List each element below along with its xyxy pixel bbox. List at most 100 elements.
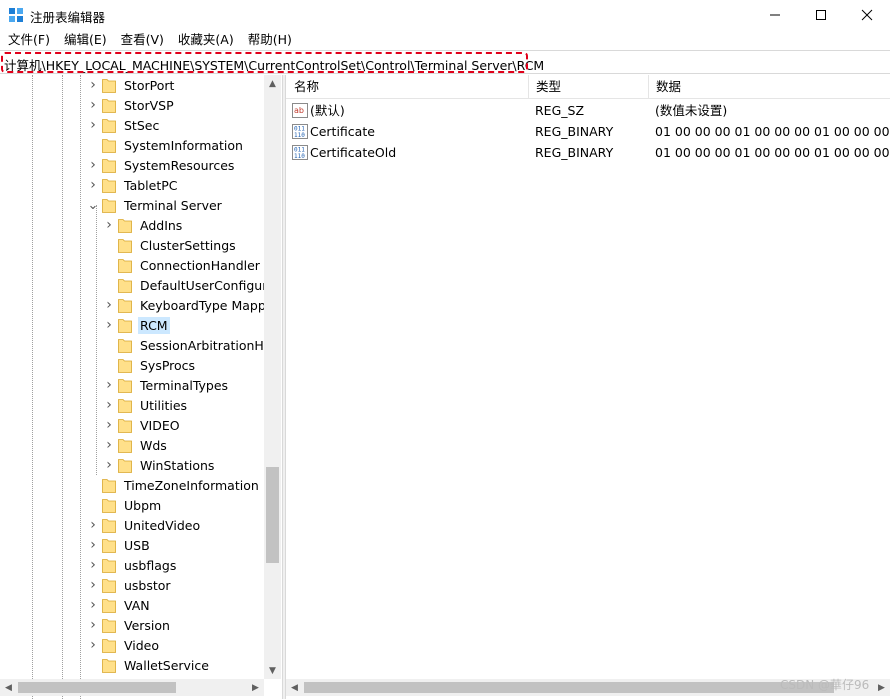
folder-icon [118, 379, 132, 393]
folder-icon [102, 599, 116, 613]
tree-item[interactable]: › VAN [88, 595, 152, 615]
title-bar[interactable]: 注册表编辑器 [0, 0, 890, 30]
tree-item-label: StSec [124, 117, 160, 133]
chevron-right-icon[interactable]: › [88, 615, 98, 635]
maximize-button[interactable] [798, 0, 844, 30]
close-button[interactable] [844, 0, 890, 30]
scroll-left-icon[interactable]: ◀ [0, 679, 17, 696]
tree-item[interactable]: › SystemResources [88, 155, 236, 175]
scroll-left-icon[interactable]: ◀ [286, 679, 303, 696]
column-header-type[interactable]: 类型 [528, 75, 648, 99]
value-row[interactable]: 011 110 Certificate REG_BINARY 01 00 00 … [286, 121, 890, 142]
tree-item[interactable]: › Video [88, 635, 161, 655]
chevron-right-icon[interactable]: › [104, 455, 114, 475]
value-list-pane[interactable]: 名称 类型 数据 ab (默认) REG_SZ (数值未设置) 011 110 … [286, 75, 890, 699]
chevron-right-icon[interactable]: › [88, 175, 98, 195]
tree-item[interactable]: › VIDEO [104, 415, 182, 435]
key-tree-pane[interactable]: › StorPort › StorVSP › StSec SystemInformation… [0, 75, 282, 699]
tree-item[interactable]: TimeZoneInformation [88, 475, 261, 495]
chevron-right-icon[interactable]: › [88, 635, 98, 655]
tree-item[interactable]: ClusterSettings [104, 235, 238, 255]
tree-item[interactable]: › TabletPC [88, 175, 180, 195]
chevron-right-icon[interactable]: › [88, 95, 98, 115]
tree-item-label: RCM [138, 316, 170, 334]
scroll-up-icon[interactable]: ▲ [264, 75, 281, 92]
tree-item[interactable]: WalletService [88, 655, 211, 675]
tree-item[interactable]: › WinStations [104, 455, 216, 475]
tree-item[interactable]: › USB [88, 535, 152, 555]
chevron-down-icon[interactable]: ⌄ [88, 195, 99, 215]
value-data: 01 00 00 00 01 00 00 00 01 00 00 00 06 [655, 124, 890, 139]
tree-item[interactable]: SysProcs [104, 355, 197, 375]
tree-vertical-scrollbar[interactable]: ▲ ▼ [264, 75, 281, 679]
tree-item[interactable]: › AddIns [104, 215, 184, 235]
scroll-down-icon[interactable]: ▼ [264, 662, 281, 679]
chevron-right-icon[interactable]: › [104, 215, 114, 235]
tree-item[interactable]: › UnitedVideo [88, 515, 202, 535]
tree-item[interactable]: › Wds [104, 435, 169, 455]
folder-icon [102, 479, 116, 493]
registry-editor-app-icon [9, 8, 23, 22]
folder-icon [102, 99, 116, 113]
folder-icon [118, 259, 132, 273]
menu-favorites[interactable]: 收藏夹(A) [171, 30, 241, 50]
tree-item[interactable]: › Utilities [104, 395, 189, 415]
chevron-right-icon[interactable]: › [104, 315, 114, 335]
chevron-right-icon[interactable]: › [104, 395, 114, 415]
menu-file[interactable]: 文件(F) [0, 30, 57, 50]
column-header-name[interactable]: 名称 [286, 75, 528, 99]
tree-horizontal-scrollbar[interactable]: ◀ ▶ [0, 679, 264, 696]
tree-item[interactable]: › Version [88, 615, 172, 635]
chevron-right-icon[interactable]: › [88, 595, 98, 615]
folder-icon [102, 639, 116, 653]
chevron-right-icon[interactable]: › [88, 115, 98, 135]
column-header-data[interactable]: 数据 [648, 75, 890, 99]
address-bar[interactable]: 计算机\HKEY_LOCAL_MACHINE\SYSTEM\CurrentCon… [0, 50, 890, 74]
tree-item[interactable]: › KeyboardType Mapp [104, 295, 268, 315]
scroll-right-icon[interactable]: ▶ [873, 679, 890, 696]
tree-expander-spacer [104, 255, 114, 275]
tree-item[interactable]: DefaultUserConfigura [104, 275, 277, 295]
tree-item[interactable]: SystemInformation [88, 135, 245, 155]
menu-help[interactable]: 帮助(H) [241, 30, 299, 50]
tree-item-label: Video [124, 637, 160, 653]
folder-icon [102, 519, 116, 533]
tree-item[interactable]: › RCM [104, 315, 170, 335]
tree-item[interactable]: › StorPort [88, 75, 176, 95]
tree-item[interactable]: › StSec [88, 115, 161, 135]
tree-hscroll-thumb[interactable] [18, 682, 176, 693]
chevron-right-icon[interactable]: › [104, 375, 114, 395]
tree-item[interactable]: › usbstor [88, 575, 173, 595]
tree-item[interactable]: › TerminalTypes [104, 375, 230, 395]
tree-item[interactable]: › StorVSP [88, 95, 176, 115]
tree-item-label: VIDEO [140, 417, 180, 433]
scroll-right-icon[interactable]: ▶ [247, 679, 264, 696]
chevron-right-icon[interactable]: › [88, 155, 98, 175]
chevron-right-icon[interactable]: › [88, 535, 98, 555]
value-row[interactable]: ab (默认) REG_SZ (数值未设置) [286, 100, 890, 121]
chevron-right-icon[interactable]: › [88, 555, 98, 575]
menu-edit[interactable]: 编辑(E) [57, 30, 114, 50]
tree-item[interactable]: ⌄ Terminal Server [88, 195, 224, 215]
tree-scroll-thumb[interactable] [266, 467, 279, 563]
value-name: CertificateOld [310, 145, 397, 160]
value-row[interactable]: 011 110 CertificateOld REG_BINARY 01 00 … [286, 142, 890, 163]
tree-item[interactable]: Ubpm [88, 495, 163, 515]
tree-item[interactable]: › usbflags [88, 555, 178, 575]
tree-item[interactable]: SessionArbitrationHel [104, 335, 277, 355]
chevron-right-icon[interactable]: › [104, 295, 114, 315]
chevron-right-icon[interactable]: › [104, 435, 114, 455]
tree-item[interactable]: ConnectionHandler [104, 255, 262, 275]
list-hscroll-thumb[interactable] [304, 682, 834, 693]
minimize-button[interactable] [752, 0, 798, 30]
chevron-right-icon[interactable]: › [88, 575, 98, 595]
chevron-right-icon[interactable]: › [104, 415, 114, 435]
chevron-right-icon[interactable]: › [88, 515, 98, 535]
chevron-right-icon[interactable]: › [88, 75, 98, 95]
folder-icon [102, 659, 116, 673]
folder-icon [118, 279, 132, 293]
tree-item-label: usbflags [124, 557, 177, 573]
tree-item-label: SysProcs [140, 357, 196, 373]
tree-guide-line [96, 205, 97, 475]
menu-view[interactable]: 查看(V) [114, 30, 171, 50]
